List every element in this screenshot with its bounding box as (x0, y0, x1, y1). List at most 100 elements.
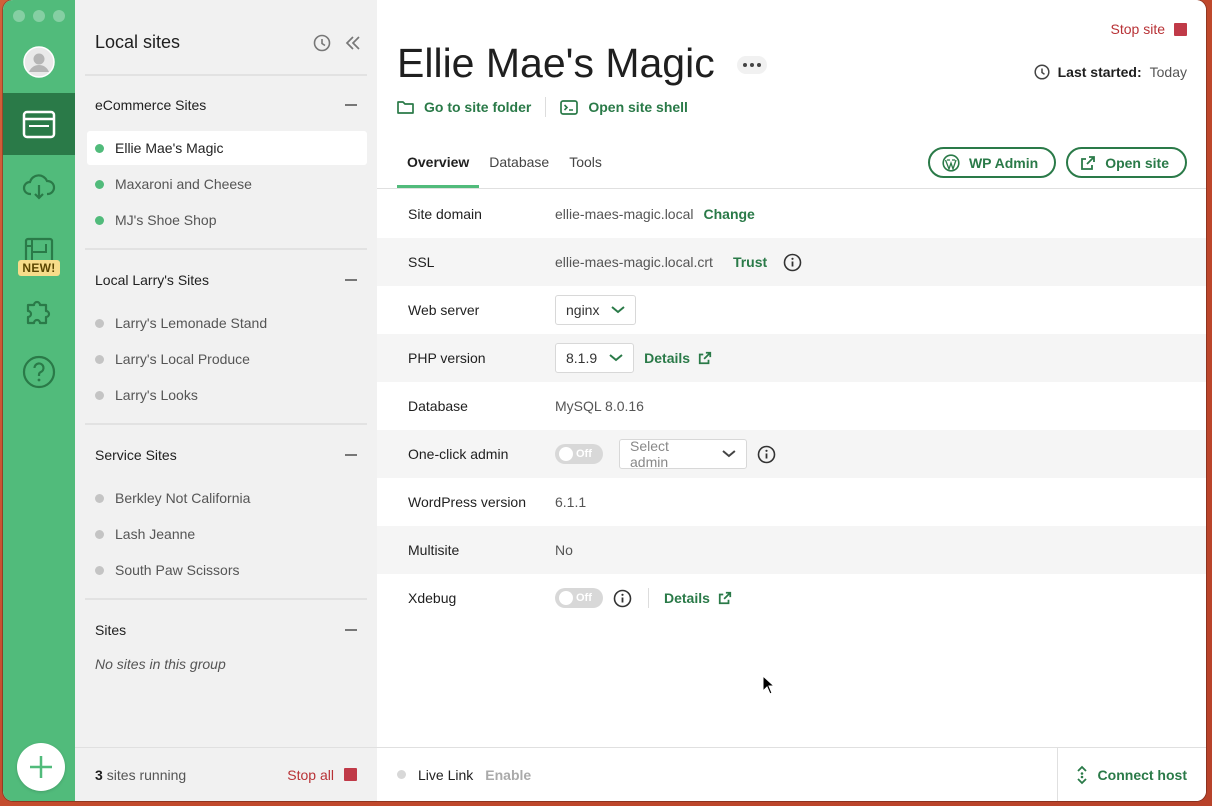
site-item[interactable]: Larry's Looks (87, 378, 367, 412)
enable-live-link-button[interactable]: Enable (485, 767, 531, 783)
tab-overview[interactable]: Overview (397, 140, 480, 188)
row-label: Xdebug (408, 590, 457, 606)
xdebug-details-link[interactable]: Details (664, 590, 732, 606)
group-header-service-sites[interactable]: Service Sites (95, 447, 357, 463)
collapse-sidebar-button[interactable] (345, 35, 361, 51)
site-item[interactable]: Maxaroni and Cheese (87, 167, 367, 201)
row-wordpress-version: WordPress version 6.1.1 (377, 478, 1206, 526)
chevron-down-icon (609, 354, 623, 362)
connect-host-icon (1076, 765, 1087, 784)
last-started-label: Last started: (1057, 64, 1142, 80)
group-name: Sites (95, 622, 127, 638)
xdebug-toggle[interactable]: Off (555, 588, 603, 608)
one-click-admin-toggle[interactable]: Off (555, 444, 603, 464)
row-value: ellie-maes-magic.local.crt Trust (555, 253, 802, 272)
window-controls[interactable] (13, 10, 65, 22)
admin-user-select[interactable]: Select admin (619, 438, 747, 470)
chevron-down-icon (722, 450, 736, 458)
open-site-shell-label: Open site shell (588, 99, 688, 115)
connect-host-label: Connect host (1097, 766, 1187, 783)
site-item[interactable]: Ellie Mae's Magic (87, 131, 367, 165)
sidebar-header: Local sites (95, 32, 361, 53)
site-name: Ellie Mae's Magic (115, 140, 224, 156)
select-admin-placeholder: Select admin (630, 438, 669, 470)
php-version-select[interactable]: 8.1.9 (555, 343, 635, 373)
rail-add-ons[interactable] (3, 290, 75, 330)
divider (85, 74, 367, 76)
row-ssl: SSL ellie-maes-magic.local.crt Trust (377, 238, 1206, 286)
account-avatar[interactable] (3, 44, 75, 80)
rail-blueprints[interactable]: NEW! (3, 228, 75, 284)
row-label: One-click admin (408, 446, 509, 462)
group-header-local-larrys[interactable]: Local Larry's Sites (95, 272, 357, 288)
row-label: Multisite (408, 542, 460, 558)
wp-admin-button[interactable]: WP Admin (927, 147, 1057, 178)
collapse-group-button[interactable] (345, 629, 357, 631)
main-footer: Live Link Enable Connect host (377, 747, 1206, 801)
info-icon[interactable] (783, 253, 802, 272)
web-server-value: nginx (566, 302, 600, 318)
group-header-sites[interactable]: Sites (95, 622, 357, 638)
stopped-status-dot (95, 529, 104, 539)
open-site-label: Open site (1105, 154, 1169, 171)
running-status-dot (95, 215, 104, 225)
site-name: Larry's Local Produce (115, 351, 250, 367)
collapse-group-button[interactable] (345, 454, 357, 456)
change-domain-button[interactable]: Change (704, 206, 755, 222)
stopped-status-dot (95, 565, 104, 575)
site-item[interactable]: MJ's Shoe Shop (87, 203, 367, 237)
minimize-window-button[interactable] (33, 10, 45, 22)
stopped-status-dot (95, 390, 104, 400)
open-site-shell-link[interactable]: Open site shell (560, 99, 688, 115)
quick-links: Go to site folder Open site shell (397, 97, 688, 117)
collapse-group-button[interactable] (345, 104, 357, 106)
app-window: NEW! Local sites eCommerce Sites Ellie M… (3, 0, 1206, 801)
go-to-site-folder-link[interactable]: Go to site folder (397, 99, 531, 115)
site-item[interactable]: Larry's Local Produce (87, 342, 367, 376)
maximize-window-button[interactable] (53, 10, 65, 22)
collapse-group-button[interactable] (345, 279, 357, 281)
connect-host-button[interactable]: Connect host (1056, 748, 1206, 801)
running-count: 3 (95, 766, 103, 783)
php-details-link[interactable]: Details (644, 350, 712, 366)
wordpress-version-value: 6.1.1 (555, 494, 587, 510)
stop-site-button[interactable]: Stop site (1111, 21, 1187, 37)
site-item[interactable]: Lash Jeanne (87, 517, 367, 551)
external-link-icon (1081, 155, 1096, 170)
site-item[interactable]: Larry's Lemonade Stand (87, 306, 367, 340)
rail-help[interactable] (3, 352, 75, 392)
clock-icon (313, 34, 331, 51)
sidebar-footer: 3 sites running Stop all (75, 747, 377, 801)
rail-cloud-backups[interactable] (3, 165, 75, 209)
tab-database[interactable]: Database (479, 140, 559, 188)
row-label: WordPress version (408, 494, 527, 510)
open-site-button[interactable]: Open site (1066, 147, 1187, 178)
row-label: Web server (408, 302, 480, 318)
row-value: nginx (555, 295, 637, 325)
sites-sidebar: Local sites eCommerce Sites Ellie Mae's … (75, 0, 377, 801)
info-icon[interactable] (613, 589, 632, 608)
site-item[interactable]: Berkley Not California (87, 481, 367, 515)
rail-local-sites[interactable] (3, 93, 75, 155)
help-icon (22, 355, 56, 389)
group-name: eCommerce Sites (95, 97, 207, 113)
trust-ssl-button[interactable]: Trust (733, 254, 767, 270)
row-label: SSL (408, 254, 435, 270)
row-xdebug: Xdebug Off Details (377, 574, 1206, 622)
web-server-select[interactable]: nginx (555, 295, 637, 325)
site-name: MJ's Shoe Shop (115, 212, 217, 228)
info-icon[interactable] (757, 445, 776, 464)
add-site-button[interactable] (17, 743, 65, 791)
group-header-ecommerce[interactable]: eCommerce Sites (95, 97, 357, 113)
tab-tools[interactable]: Tools (559, 140, 612, 188)
site-item[interactable]: South Paw Scissors (87, 553, 367, 587)
last-started: Last started: Today (1034, 64, 1187, 80)
more-options-button[interactable] (737, 56, 767, 74)
multisite-value: No (555, 542, 573, 558)
close-window-button[interactable] (13, 10, 25, 22)
divider (85, 598, 367, 600)
divider (85, 423, 367, 425)
history-button[interactable] (313, 34, 331, 52)
stop-all-button[interactable]: Stop all (287, 767, 357, 783)
site-name: Maxaroni and Cheese (115, 176, 252, 192)
